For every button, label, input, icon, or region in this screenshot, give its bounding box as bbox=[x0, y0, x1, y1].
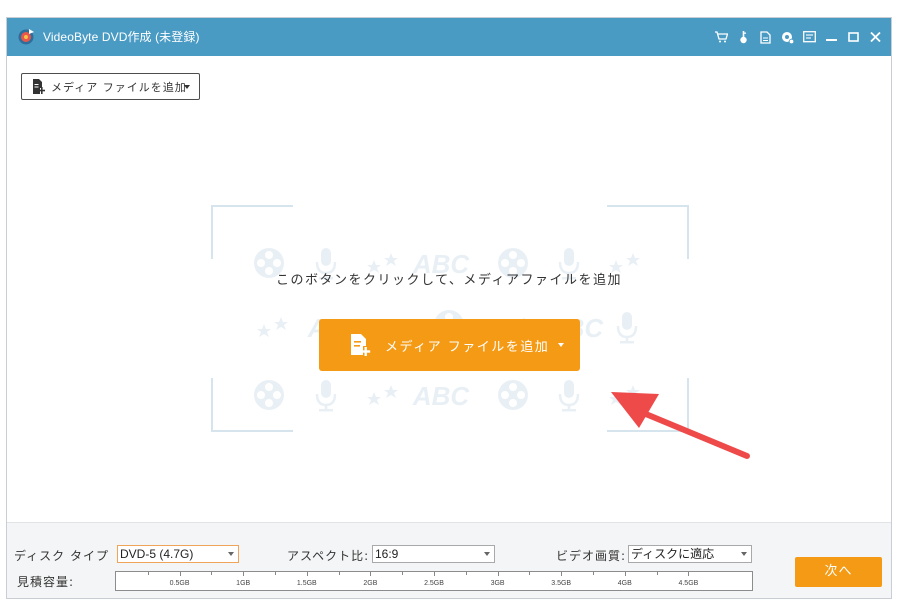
capacity-tick-label: 1.5GB bbox=[296, 580, 317, 587]
pointer-arrow-icon bbox=[611, 392, 750, 459]
video-quality-label: ビデオ画質: bbox=[556, 549, 627, 563]
disc-type-value: DVD-5 (4.7G) bbox=[120, 547, 194, 561]
aspect-ratio-select[interactable]: 16:9 bbox=[372, 545, 495, 563]
cart-icon[interactable] bbox=[714, 28, 729, 46]
close-icon[interactable] bbox=[868, 28, 883, 46]
video-quality-select[interactable]: ディスクに適応 bbox=[628, 545, 752, 563]
window-title: VideoByte DVD作成 (未登録) bbox=[43, 30, 200, 44]
disc-type-label: ディスク タイプ bbox=[14, 549, 109, 563]
capacity-tick-label: 1GB bbox=[236, 580, 251, 587]
app-window: VideoByte DVD作成 (未登録) メディア ファイルを追加 ABC A… bbox=[6, 17, 892, 599]
aspect-ratio-value: 16:9 bbox=[375, 547, 399, 561]
capacity-tick-label: 2.5GB bbox=[424, 580, 444, 587]
capacity-minor-tick bbox=[529, 572, 531, 575]
capacity-minor-tick bbox=[147, 572, 149, 575]
add-file-icon bbox=[351, 334, 371, 356]
add-file-icon bbox=[33, 79, 45, 94]
capacity-minor-tick bbox=[275, 572, 276, 575]
capacity-minor-tick bbox=[656, 572, 658, 575]
bottom-settings-bar: ディスク タイプ DVD-5 (4.7G) アスペクト比: 16:9 ビデオ画質… bbox=[7, 522, 891, 598]
capacity-minor-tick bbox=[211, 572, 213, 575]
capacity-minor-tick bbox=[465, 572, 467, 575]
add-media-button[interactable]: メディア ファイルを追加 bbox=[21, 73, 200, 100]
capacity-minor-tick bbox=[338, 572, 340, 575]
maximize-icon[interactable] bbox=[846, 28, 861, 46]
add-media-hint: このボタンをクリックして、メディアファイルを追加 bbox=[275, 273, 623, 288]
capacity-tick-label: 4.5GB bbox=[678, 580, 699, 587]
chevron-down-icon bbox=[741, 552, 747, 556]
watermark-label: ABC bbox=[412, 381, 471, 411]
key-icon[interactable] bbox=[736, 28, 751, 46]
capacity-tick bbox=[561, 572, 563, 576]
capacity-tick-label: 3.5GB bbox=[551, 580, 572, 587]
minimize-icon[interactable] bbox=[824, 28, 839, 46]
capacity-tick bbox=[688, 572, 690, 576]
menu-icon[interactable] bbox=[802, 28, 817, 46]
chevron-down-icon bbox=[484, 552, 490, 556]
capacity-tick bbox=[434, 572, 435, 576]
capacity-tick-label: 4GB bbox=[617, 580, 632, 587]
document-icon[interactable] bbox=[758, 28, 773, 46]
next-button[interactable]: 次へ bbox=[795, 557, 882, 587]
capacity-label: 見積容量: bbox=[17, 575, 75, 589]
capacity-tick bbox=[243, 572, 245, 576]
add-media-label: メディア ファイルを追加 bbox=[51, 80, 187, 94]
capacity-tick bbox=[370, 572, 372, 576]
title-bar[interactable]: VideoByte DVD作成 (未登録) bbox=[7, 18, 891, 56]
dropdown-caret-icon[interactable] bbox=[558, 343, 564, 347]
capacity-minor-tick bbox=[593, 572, 594, 575]
chevron-down-icon bbox=[228, 552, 234, 556]
capacity-tick bbox=[179, 572, 181, 576]
capacity-tick-label: 3GB bbox=[490, 580, 505, 587]
capacity-tick bbox=[306, 572, 308, 576]
feedback-icon[interactable] bbox=[780, 28, 795, 46]
dropdown-caret-icon[interactable] bbox=[184, 85, 190, 89]
capacity-tick-label: 2GB bbox=[363, 580, 378, 587]
capacity-meter: 0.5GB 1GB 1.5GB 2GB 2.5GB 3GB 3.5GB 4GB 4.5GB bbox=[115, 571, 753, 591]
video-quality-value: ディスクに適応 bbox=[631, 547, 715, 561]
capacity-tick bbox=[497, 572, 499, 576]
app-logo-icon bbox=[18, 29, 34, 45]
capacity-tick-label: 0.5GB bbox=[169, 580, 190, 587]
main-add-media-label: メディア ファイルを追加 bbox=[385, 339, 550, 355]
disc-type-select[interactable]: DVD-5 (4.7G) bbox=[117, 545, 239, 563]
capacity-minor-tick bbox=[402, 572, 404, 575]
aspect-ratio-label: アスペクト比: bbox=[287, 549, 370, 563]
capacity-tick bbox=[624, 572, 626, 576]
main-add-media-button[interactable]: メディア ファイルを追加 bbox=[319, 319, 580, 371]
